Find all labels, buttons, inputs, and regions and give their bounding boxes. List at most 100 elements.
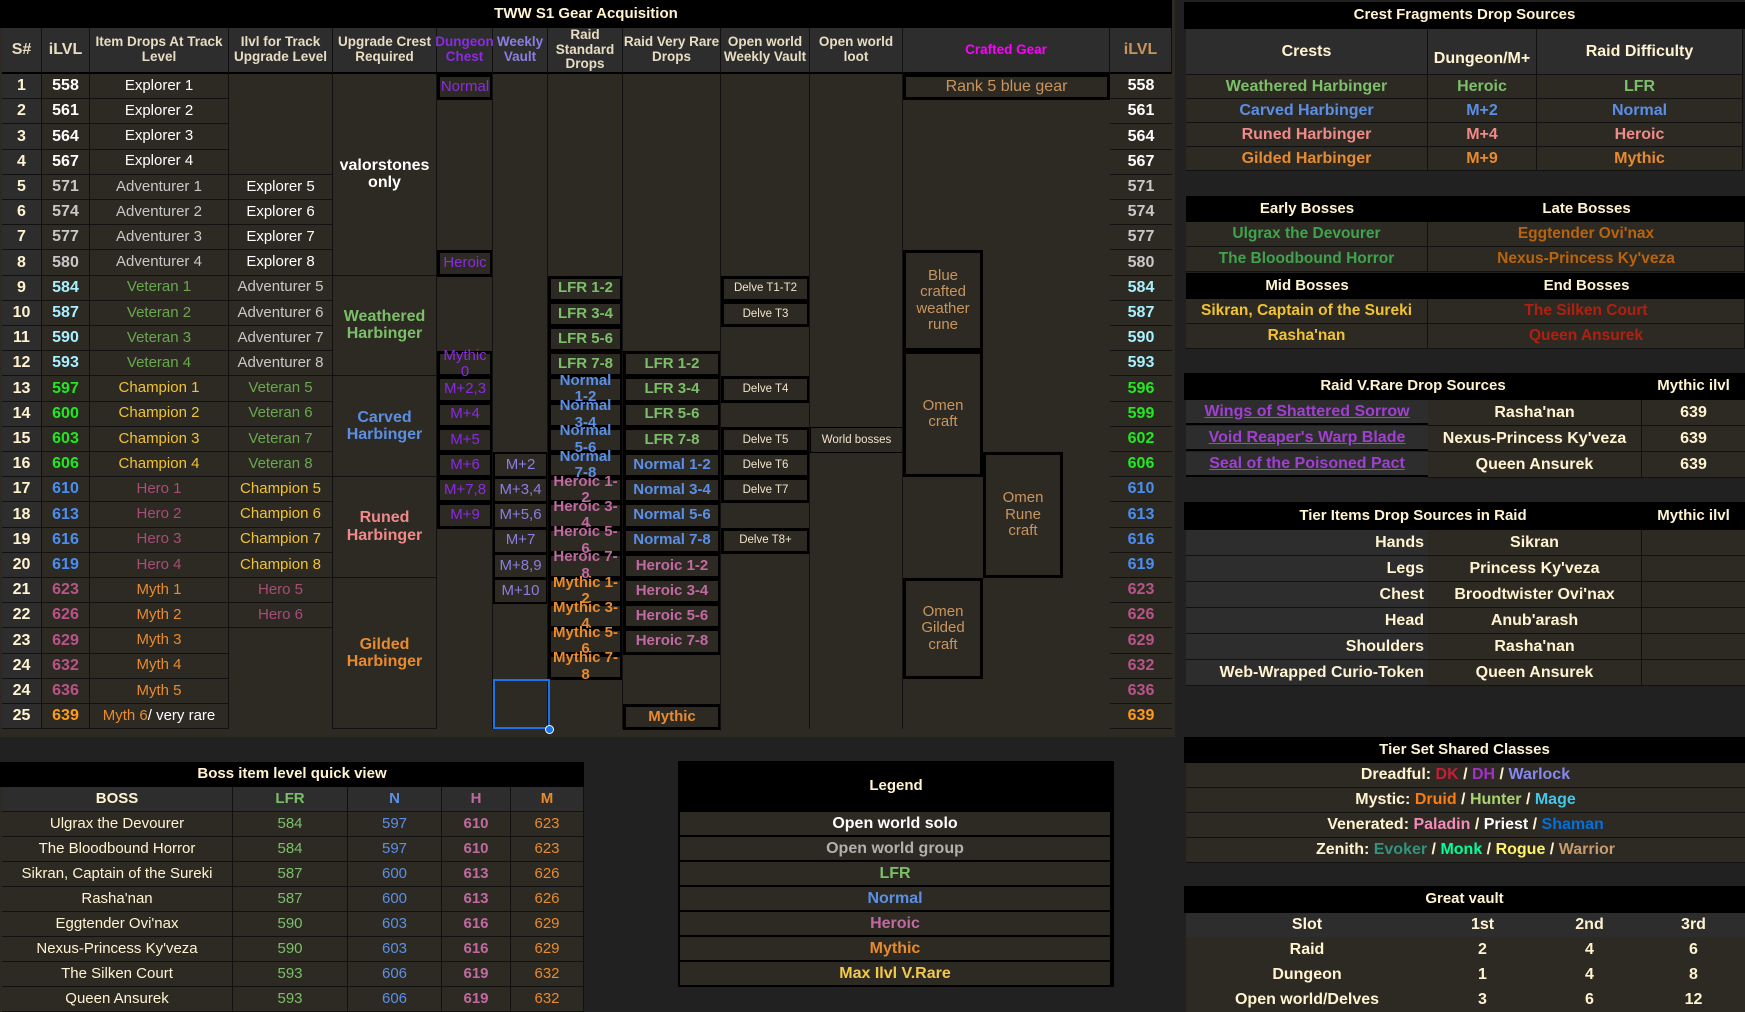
tier-ilvl-empty bbox=[1642, 660, 1745, 686]
vrare-ilvl: 639 bbox=[1642, 452, 1745, 478]
boss-group-item: The Silken Court bbox=[1428, 299, 1745, 324]
crest-source-cell: Carved Harbinger bbox=[1186, 99, 1428, 123]
track-level-text: Adventurer 1 bbox=[116, 177, 202, 195]
row-track-level: Myth 4 bbox=[90, 653, 229, 679]
row-ilvl-right: 632 bbox=[1110, 653, 1172, 679]
row-ilvl: 626 bbox=[42, 603, 90, 629]
raid-rare-cell: LFR 3-4 bbox=[623, 376, 721, 403]
row-track-level: Explorer 2 bbox=[90, 99, 229, 125]
boss-ilvl: 619 bbox=[442, 987, 511, 1012]
raid-std-cell: LFR 3-4 bbox=[548, 300, 623, 327]
row-upgrade-level: Explorer 5 bbox=[229, 174, 333, 200]
boss-ilvl: 597 bbox=[348, 837, 442, 862]
separator: / bbox=[1470, 816, 1484, 834]
row-track-level: Explorer 3 bbox=[90, 124, 229, 150]
row-ilvl-right: 596 bbox=[1110, 376, 1172, 402]
crafted-blue-crafted-weather-rune: Blue crafted weather rune bbox=[903, 250, 983, 352]
tier-slot: Head bbox=[1186, 608, 1428, 634]
track-level-text: Adventurer 3 bbox=[116, 228, 202, 246]
boss-header-h: H bbox=[442, 787, 511, 812]
separator: / bbox=[1495, 766, 1509, 784]
tier-class-row: Venerated: Paladin / Priest / Shaman bbox=[1186, 813, 1745, 838]
class-name: Warlock bbox=[1508, 766, 1571, 784]
raid-rare-cell: Normal 7-8 bbox=[623, 527, 721, 554]
row-ilvl: 561 bbox=[42, 99, 90, 125]
boss-group-item: The Bloodbound Horror bbox=[1186, 247, 1428, 272]
selected-cell[interactable] bbox=[493, 678, 550, 730]
class-name: DK bbox=[1435, 766, 1459, 784]
track-level-text: Champion 2 bbox=[118, 404, 200, 422]
tier-slot: Web-Wrapped Curio-Token bbox=[1186, 660, 1428, 686]
tier-token-name: Mystic: bbox=[1355, 791, 1415, 809]
class-name: Druid bbox=[1414, 791, 1457, 809]
class-name: Paladin bbox=[1413, 816, 1471, 834]
legend-item-heroic: Heroic bbox=[680, 912, 1110, 936]
row-ilvl-right: 571 bbox=[1110, 174, 1172, 200]
dungeon-cell: M+4 bbox=[437, 401, 493, 428]
vault-value: 4 bbox=[1537, 962, 1642, 987]
boss-ilvl: 632 bbox=[511, 962, 584, 987]
row-ilvl: 636 bbox=[42, 678, 90, 704]
late-bosses-title: Late Bosses bbox=[1428, 196, 1745, 222]
vrare-item-link[interactable]: Wings of Shattered Sorrow bbox=[1204, 403, 1409, 421]
row-ilvl: 584 bbox=[42, 275, 90, 301]
row-number: 11 bbox=[2, 326, 42, 352]
boss-name: Eggtender Ovi'nax bbox=[2, 912, 233, 937]
raid-rare-cell: Normal 3-4 bbox=[623, 477, 721, 504]
vault-header-2nd: 2nd bbox=[1537, 913, 1642, 937]
boss-name: The Silken Court bbox=[2, 962, 233, 987]
selection-fill-handle[interactable] bbox=[545, 725, 554, 735]
row-track-level: Adventurer 1 bbox=[90, 174, 229, 200]
crest-source-cell: M+9 bbox=[1428, 147, 1537, 171]
row-ilvl: 590 bbox=[42, 326, 90, 352]
vrare-item-link[interactable]: Void Reaper's Warp Blade bbox=[1209, 429, 1406, 447]
row-track-level: Adventurer 2 bbox=[90, 200, 229, 226]
legend-item-mythic: Mythic bbox=[680, 937, 1110, 961]
separator: / bbox=[1482, 841, 1496, 859]
row-number: 24 bbox=[2, 653, 42, 679]
row-track-level: Myth 3 bbox=[90, 628, 229, 654]
raid-rare-cell: LFR 5-6 bbox=[623, 401, 721, 428]
vrare-ilvl-header: Mythic ilvl bbox=[1642, 373, 1745, 400]
row-track-level: Veteran 4 bbox=[90, 351, 229, 377]
header-track: Item Drops At Track Level bbox=[90, 28, 229, 74]
boss-ilvl: 593 bbox=[233, 962, 348, 987]
raid-rare-cell: Normal 5-6 bbox=[623, 502, 721, 529]
row-upgrade-level: Veteran 7 bbox=[229, 426, 333, 452]
vault-slot: Dungeon bbox=[1186, 962, 1428, 987]
vrare-item-link[interactable]: Seal of the Poisoned Pact bbox=[1209, 455, 1405, 473]
tier-ilvl-empty bbox=[1642, 530, 1745, 556]
boss-name: Rasha'nan bbox=[2, 887, 233, 912]
row-upgrade-level: Explorer 7 bbox=[229, 225, 333, 251]
separator: / bbox=[1521, 791, 1535, 809]
vault-cell: M+10 bbox=[493, 578, 548, 605]
row-track-level: Champion 4 bbox=[90, 452, 229, 478]
crafted-omen-craft: Omen craft bbox=[903, 351, 983, 478]
track-level-text: Veteran 2 bbox=[126, 303, 192, 321]
boss-ilvl-table: Boss item level quick view BOSS LFR N H M Ulgr… bbox=[0, 762, 584, 1012]
dungeon-cell: Heroic bbox=[437, 250, 493, 277]
vault-header-1st: 1st bbox=[1428, 913, 1537, 937]
row-ilvl-right: 599 bbox=[1110, 401, 1172, 427]
row-track-level: Adventurer 4 bbox=[90, 250, 229, 276]
legend-item-lfr: LFR bbox=[680, 862, 1110, 886]
row-track-level: Hero 3 bbox=[90, 527, 229, 553]
row-number: 23 bbox=[2, 628, 42, 654]
track-level-text: Explorer 1 bbox=[124, 76, 194, 94]
boss-ilvl: 613 bbox=[442, 862, 511, 887]
row-ilvl-right: 619 bbox=[1110, 552, 1172, 578]
row-number: 13 bbox=[2, 376, 42, 402]
tier-ilvl-empty bbox=[1642, 556, 1745, 582]
boss-header-lfr: LFR bbox=[233, 787, 348, 812]
separator: / bbox=[1427, 841, 1441, 859]
row-ilvl: 613 bbox=[42, 502, 90, 528]
dungeon-cell: Mythic 0 bbox=[437, 347, 493, 380]
tier-slot: Shoulders bbox=[1186, 634, 1428, 660]
end-bosses-title: End Bosses bbox=[1428, 273, 1745, 299]
row-ilvl: 587 bbox=[42, 300, 90, 326]
raid-rare-cell: Heroic 5-6 bbox=[623, 603, 721, 630]
boss-group-item: Rasha'nan bbox=[1186, 324, 1428, 349]
raid-rare-cell: Heroic 7-8 bbox=[623, 628, 721, 655]
crafted-rank5-blue-gear: Rank 5 blue gear bbox=[903, 74, 1110, 101]
track-level-text: Explorer 3 bbox=[124, 127, 194, 145]
